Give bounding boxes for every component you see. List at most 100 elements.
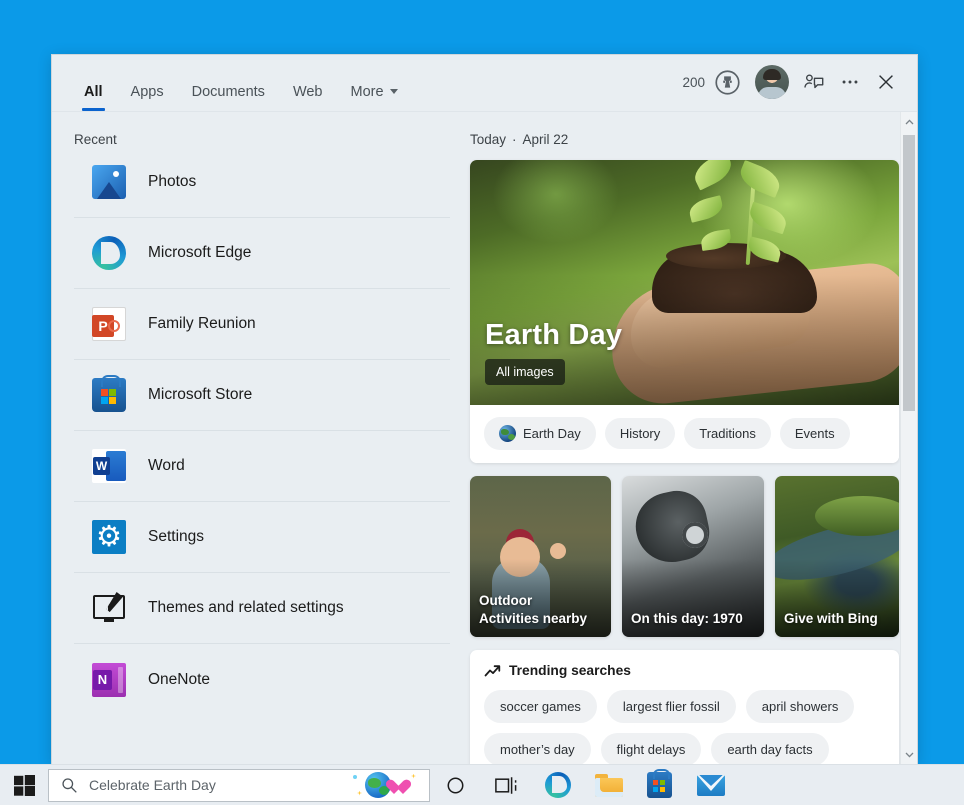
search-header: All Apps Documents Web More 200 <box>52 55 917 112</box>
list-item-settings[interactable]: Settings <box>74 502 450 573</box>
chip-label: Traditions <box>699 426 756 441</box>
windows-start-icon[interactable] <box>0 765 48 805</box>
cortana-icon[interactable] <box>430 765 481 805</box>
today-separator: · <box>512 132 517 147</box>
medal-icon <box>714 69 741 96</box>
scrollbar[interactable] <box>900 112 917 764</box>
list-item-photos[interactable]: Photos <box>74 147 450 218</box>
list-item-themes[interactable]: Themes and related settings <box>74 573 450 644</box>
hero-card[interactable]: Earth Day All images Earth Day History T… <box>470 160 899 463</box>
hero-chip-row: Earth Day History Traditions Events <box>470 405 899 463</box>
earth-day-doodle-icon[interactable] <box>343 770 429 801</box>
word-icon <box>92 449 126 483</box>
list-item-label: OneNote <box>148 671 210 689</box>
list-item-microsoft-store[interactable]: Microsoft Store <box>74 360 450 431</box>
scroll-up-arrow-icon[interactable] <box>901 112 917 131</box>
trending-searches-card: Trending searches soccer games largest f… <box>470 650 899 764</box>
tile-row: Outdoor Activities nearby On this day: 1… <box>470 476 899 637</box>
close-icon[interactable] <box>875 71 897 93</box>
list-item-family-reunion[interactable]: Family Reunion <box>74 289 450 360</box>
today-label: Today <box>470 132 506 147</box>
rewards-count: 200 <box>682 75 705 90</box>
chip-label: Earth Day <box>523 426 581 441</box>
list-item-label: Microsoft Store <box>148 386 252 404</box>
trending-chip-mothers-day[interactable]: mother’s day <box>484 733 591 764</box>
task-view-icon[interactable] <box>481 765 532 805</box>
windows-search-flyout: All Apps Documents Web More 200 <box>52 55 917 764</box>
microsoft-store-icon[interactable] <box>634 765 685 805</box>
scroll-down-arrow-icon[interactable] <box>901 745 917 764</box>
tab-web-label: Web <box>293 84 323 100</box>
list-item-label: Family Reunion <box>148 315 256 333</box>
trending-chip-flight-delays[interactable]: flight delays <box>601 733 702 764</box>
search-input[interactable]: Celebrate Earth Day <box>89 777 343 793</box>
onenote-icon <box>92 663 126 697</box>
today-header: Today · April 22 <box>470 132 899 147</box>
list-item-label: Photos <box>148 173 196 191</box>
rewards-button[interactable]: 200 <box>682 69 741 96</box>
tab-more-label: More <box>351 84 384 100</box>
avatar[interactable] <box>755 65 789 99</box>
trending-chip-list: soccer games largest flier fossil april … <box>484 690 885 764</box>
trending-up-icon <box>484 664 501 678</box>
hero-title: Earth Day <box>485 319 622 352</box>
chip-traditions[interactable]: Traditions <box>684 418 771 449</box>
settings-gear-icon <box>92 520 126 554</box>
list-item-word[interactable]: Word <box>74 431 450 502</box>
file-explorer-icon[interactable] <box>583 765 634 805</box>
list-item-label: Microsoft Edge <box>148 244 251 262</box>
tile-give-with-bing[interactable]: Give with Bing <box>775 476 899 637</box>
taskbar-search-box[interactable]: Celebrate Earth Day <box>48 769 430 802</box>
today-date: April 22 <box>523 132 569 147</box>
tile-caption-line1: Outdoor <box>479 592 604 610</box>
tile-caption: Outdoor Activities nearby <box>479 592 604 628</box>
chip-earth-day[interactable]: Earth Day <box>484 417 596 450</box>
list-item-microsoft-edge[interactable]: Microsoft Edge <box>74 218 450 289</box>
search-body: Recent Photos Microsoft Edge Family Reun… <box>52 112 917 764</box>
tab-web[interactable]: Web <box>279 85 337 112</box>
tab-apps-label: Apps <box>131 84 164 100</box>
chip-history[interactable]: History <box>605 418 675 449</box>
header-actions: 200 <box>682 65 917 111</box>
list-item-label: Word <box>148 457 185 475</box>
desktop: All Apps Documents Web More 200 <box>0 0 964 805</box>
tile-caption: On this day: 1970 <box>631 610 757 628</box>
all-images-badge[interactable]: All images <box>485 359 565 385</box>
tile-outdoor-activities[interactable]: Outdoor Activities nearby <box>470 476 611 637</box>
tab-more[interactable]: More <box>337 85 412 112</box>
trending-chip-earth-day-facts[interactable]: earth day facts <box>711 733 828 764</box>
tab-documents[interactable]: Documents <box>178 85 279 112</box>
trending-chip-soccer-games[interactable]: soccer games <box>484 690 597 723</box>
edge-icon <box>92 236 126 270</box>
tab-apps[interactable]: Apps <box>117 85 178 112</box>
themes-brush-icon <box>92 591 126 625</box>
recent-pane: Recent Photos Microsoft Edge Family Reun… <box>52 112 450 764</box>
hero-image: Earth Day All images <box>470 160 899 405</box>
trending-chip-largest-flier-fossil[interactable]: largest flier fossil <box>607 690 736 723</box>
chip-label: Events <box>795 426 835 441</box>
photos-icon <box>92 165 126 199</box>
discover-pane: Today·April 22 Eart <box>450 112 917 764</box>
ellipsis-icon[interactable] <box>839 71 861 93</box>
microsoft-store-icon <box>92 378 126 412</box>
recent-section-label: Recent <box>52 112 450 147</box>
scrollbar-track[interactable] <box>901 131 917 745</box>
taskbar: Celebrate Earth Day <box>0 764 964 805</box>
list-item-onenote[interactable]: OneNote <box>74 644 450 715</box>
chip-events[interactable]: Events <box>780 418 850 449</box>
scrollbar-thumb[interactable] <box>903 135 915 411</box>
tab-bar: All Apps Documents Web More <box>52 55 412 111</box>
tile-caption-line2: Activities nearby <box>479 610 604 628</box>
tile-on-this-day[interactable]: On this day: 1970 <box>622 476 764 637</box>
trending-chip-april-showers[interactable]: april showers <box>746 690 855 723</box>
globe-icon <box>499 425 516 442</box>
edge-icon[interactable] <box>532 765 583 805</box>
tab-all-label: All <box>84 84 103 100</box>
powerpoint-icon <box>92 307 126 341</box>
tab-documents-label: Documents <box>192 84 265 100</box>
feedback-person-icon[interactable] <box>803 71 825 93</box>
mail-icon[interactable] <box>685 765 736 805</box>
chevron-down-icon <box>390 89 398 94</box>
tab-all[interactable]: All <box>70 85 117 112</box>
list-item-label: Settings <box>148 528 204 546</box>
